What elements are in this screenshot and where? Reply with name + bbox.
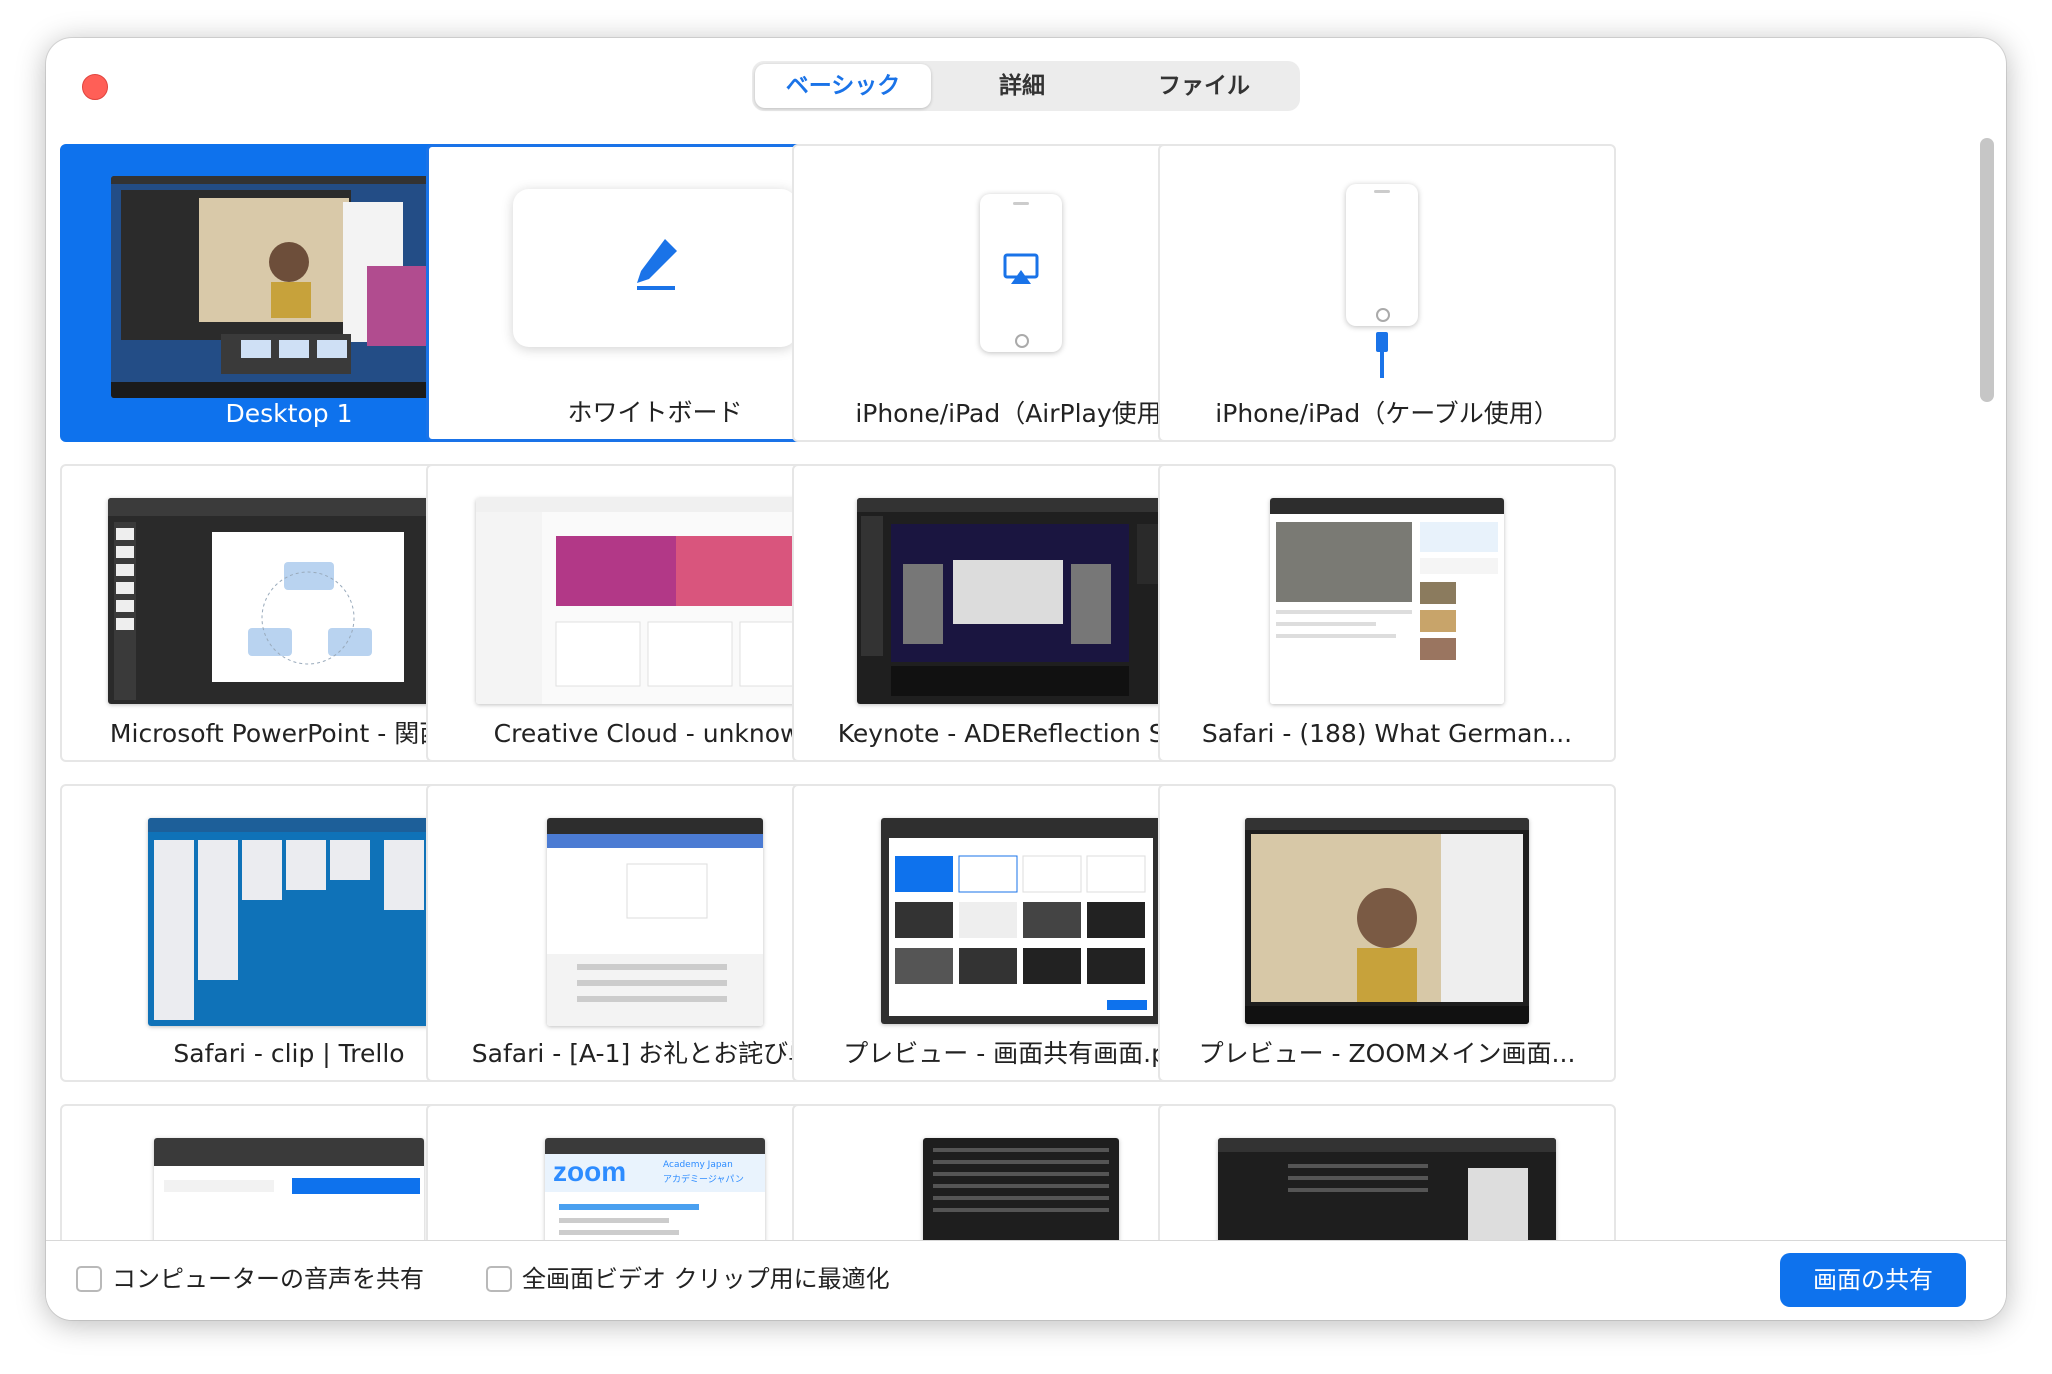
window-thumbnail xyxy=(148,818,430,1026)
window-thumbnail xyxy=(476,498,834,704)
window-thumbnail xyxy=(1245,818,1529,1024)
optimize-video-label: 全画面ビデオ クリップ用に最適化 xyxy=(522,1265,890,1293)
tab-advanced[interactable]: 詳細 xyxy=(934,64,1110,108)
tile-cable[interactable]: iPhone/iPad（ケーブル使用） xyxy=(1158,144,1616,442)
lightning-cable-icon xyxy=(1376,332,1388,378)
share-screen-window: ベーシック 詳細 ファイル Desktop 1 ホワイトボード iPhone/i… xyxy=(46,38,2006,1320)
tile-safari-youtube[interactable]: Safari - (188) What German... xyxy=(1158,464,1616,762)
tile-label: Safari - (188) What German... xyxy=(1201,719,1573,748)
tab-files[interactable]: ファイル xyxy=(1113,64,1295,108)
share-source-grid: Desktop 1 ホワイトボード iPhone/iPad（AirPlay使用） xyxy=(60,144,1974,1280)
zoom-sub-text: Academy Japan xyxy=(663,1160,733,1170)
tab-bar: ベーシック 詳細 ファイル xyxy=(752,61,1300,111)
zoom-logo-text: zoom xyxy=(553,1156,627,1187)
optimize-video-checkbox[interactable] xyxy=(486,1266,512,1292)
share-screen-button[interactable]: 画面の共有 xyxy=(1780,1253,1966,1307)
tab-basic[interactable]: ベーシック xyxy=(755,64,931,108)
share-audio-label: コンピューターの音声を共有 xyxy=(112,1265,424,1293)
tile-label: iPhone/iPad（ケーブル使用） xyxy=(1215,399,1559,428)
tile-label: プレビュー - ZOOMメイン画面... xyxy=(1198,1039,1576,1068)
phone-shape xyxy=(1346,184,1418,326)
pencil-icon xyxy=(637,239,677,290)
zoom-sub-ja-text: アカデミージャパン xyxy=(663,1175,744,1185)
bottom-bar: コンピューターの音声を共有 全画面ビデオ クリップ用に最適化 画面の共有 xyxy=(46,1240,2006,1320)
vertical-scrollbar[interactable] xyxy=(1980,138,1994,402)
window-thumbnail xyxy=(857,498,1185,704)
window-thumbnail xyxy=(881,818,1161,1024)
whiteboard-card xyxy=(513,189,797,347)
airplay-icon xyxy=(1003,253,1039,284)
window-thumbnail xyxy=(923,1138,1119,1248)
window-thumbnail xyxy=(547,818,763,1026)
phone-shape xyxy=(980,194,1062,352)
window-thumbnail xyxy=(108,498,470,704)
desktop-thumbnail xyxy=(111,176,467,398)
window-thumbnail xyxy=(1218,1138,1556,1248)
close-window-button[interactable] xyxy=(82,74,108,100)
window-thumbnail xyxy=(1270,498,1504,704)
window-thumbnail xyxy=(154,1138,424,1248)
tile-preview-zoom-main[interactable]: プレビュー - ZOOMメイン画面... xyxy=(1158,784,1616,1082)
share-audio-checkbox[interactable] xyxy=(76,1266,102,1292)
window-thumbnail: zoom Academy Japan アカデミージャパン xyxy=(545,1138,765,1248)
